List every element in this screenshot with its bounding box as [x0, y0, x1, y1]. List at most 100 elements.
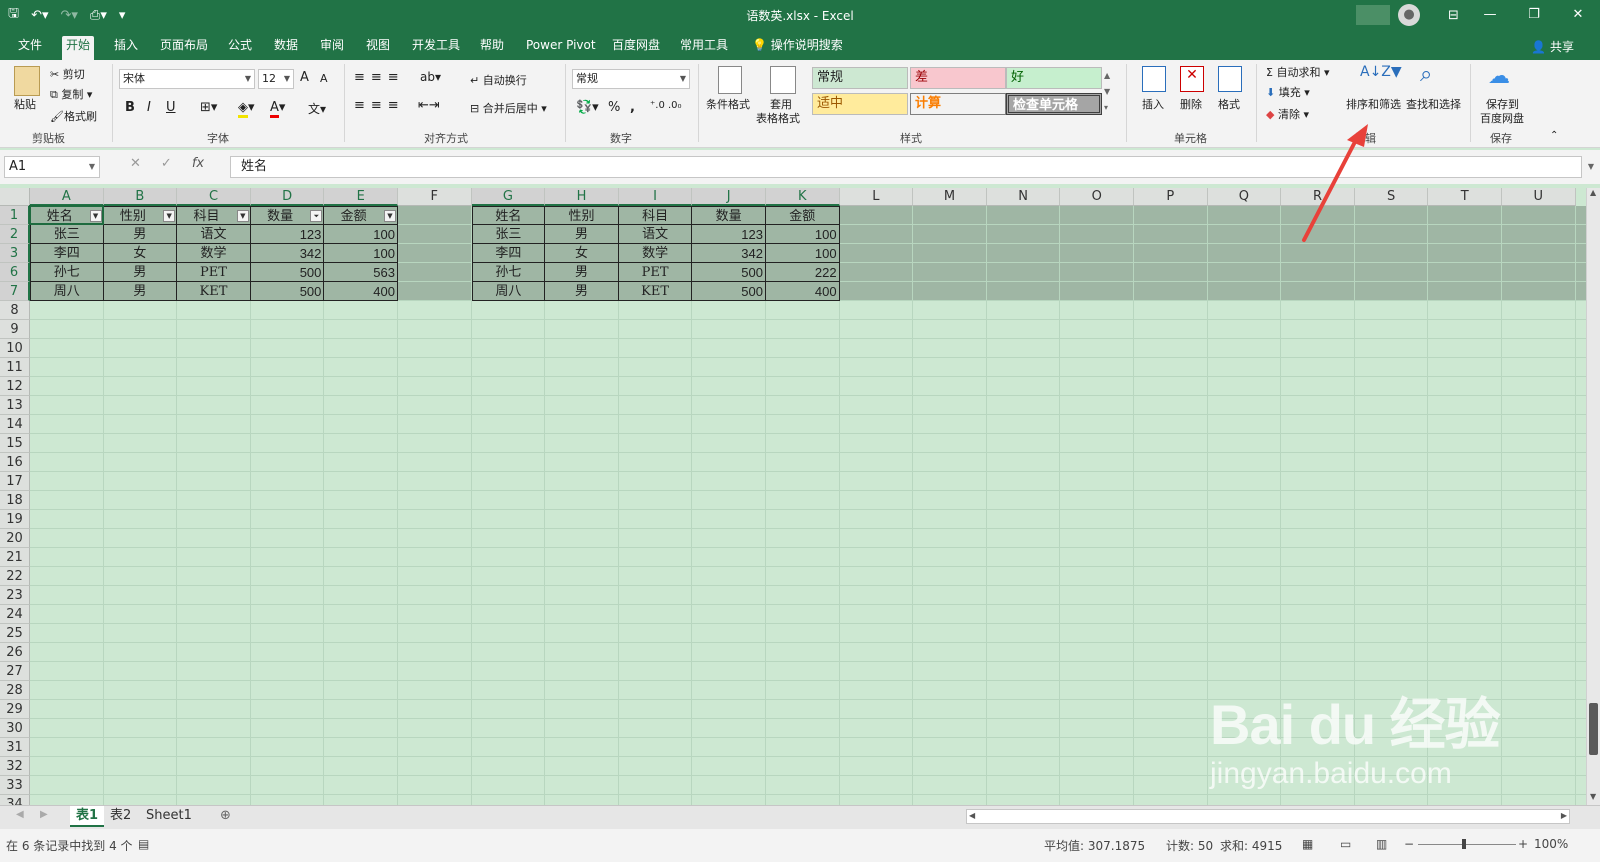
tab-power-pivot[interactable]: Power Pivot	[522, 36, 600, 60]
new-sheet-icon[interactable]: ⊕	[220, 808, 231, 823]
currency-icon[interactable]: 💱▾	[576, 100, 599, 115]
column-header[interactable]: C	[177, 188, 251, 206]
left-table-cell[interactable]: 孙七	[30, 263, 104, 282]
format-cells-button[interactable]: 格式	[1218, 96, 1240, 112]
style-normal[interactable]: 常规	[812, 67, 908, 89]
column-header[interactable]: R	[1281, 188, 1355, 206]
row-header[interactable]: 23	[0, 586, 30, 605]
sheet-nav-right-icon[interactable]: ▶	[40, 809, 48, 820]
zoom-slider[interactable]	[1418, 844, 1516, 845]
font-name-combo[interactable]: 宋体 ▼	[119, 69, 255, 89]
row-header[interactable]: 3	[0, 244, 30, 263]
column-header[interactable]: L	[839, 188, 914, 206]
left-table-cell[interactable]: 性别 ▼	[103, 206, 178, 225]
vertical-align-icons[interactable]: ≡≡≡	[354, 70, 405, 85]
tab-baidu-netdisk[interactable]: 百度网盘	[608, 36, 664, 60]
column-header[interactable]: T	[1428, 188, 1502, 206]
zoom-level[interactable]: 100%	[1534, 837, 1568, 851]
right-table-cell[interactable]: 400	[766, 282, 840, 301]
fill-button[interactable]: ⬇ 填充 ▾	[1266, 84, 1310, 100]
name-box[interactable]: A1 ▼	[4, 156, 100, 178]
normal-view-icon[interactable]: ▦	[1302, 837, 1313, 851]
row-header[interactable]: 15	[0, 434, 30, 453]
left-table-cell[interactable]: KET	[177, 282, 251, 301]
row-header[interactable]: 19	[0, 510, 30, 529]
right-table-cell[interactable]: 数学	[618, 244, 693, 263]
left-table-cell[interactable]: 男	[103, 263, 178, 282]
column-header[interactable]: S	[1354, 188, 1429, 206]
page-layout-view-icon[interactable]: ▭	[1340, 837, 1351, 851]
row-header[interactable]: 6	[0, 263, 30, 282]
style-bad[interactable]: 差	[910, 67, 1006, 89]
paste-button[interactable]: 粘贴	[14, 96, 36, 112]
left-table-cell[interactable]: 500	[250, 263, 325, 282]
borders-icon[interactable]: ⊞▾	[200, 100, 217, 115]
horizontal-align-icons[interactable]: ≡≡≡	[354, 98, 405, 113]
tab-data[interactable]: 数据	[270, 36, 302, 60]
cancel-entry-icon[interactable]: ✕	[130, 156, 141, 171]
left-table-cell[interactable]: 数学	[177, 244, 251, 263]
row-header[interactable]: 21	[0, 548, 30, 567]
filter-dropdown-icon[interactable]: ▼	[163, 210, 176, 222]
row-header[interactable]: 30	[0, 719, 30, 738]
zoom-slider-thumb[interactable]	[1462, 839, 1466, 849]
ribbon-display-options-icon[interactable]: ⊟	[1448, 8, 1459, 23]
row-header[interactable]: 1	[0, 206, 30, 225]
right-table-cell[interactable]: 李四	[471, 244, 546, 263]
row-header[interactable]: 32	[0, 757, 30, 776]
row-header[interactable]: 14	[0, 415, 30, 434]
right-table-cell[interactable]: 张三	[471, 225, 546, 244]
right-table-cell[interactable]: 男	[545, 225, 619, 244]
percent-button[interactable]: %	[608, 100, 620, 115]
right-table-cell[interactable]: 100	[766, 225, 840, 244]
right-table-cell[interactable]: 男	[545, 263, 619, 282]
right-table-cell[interactable]: 342	[692, 244, 766, 263]
column-header[interactable]: F	[398, 188, 472, 206]
expand-formula-bar-icon[interactable]: ▼	[1588, 162, 1594, 171]
column-header[interactable]: N	[986, 188, 1061, 206]
cut-button[interactable]: ✂ 剪切	[50, 66, 85, 82]
collapse-ribbon-icon[interactable]: ⌃	[1550, 130, 1558, 141]
row-header[interactable]: 17	[0, 472, 30, 491]
format-painter-button[interactable]: 🖌格式刷	[50, 108, 97, 124]
left-table-cell[interactable]: 李四	[30, 244, 104, 263]
sheet-tab-3[interactable]: Sheet1	[140, 806, 198, 827]
fill-color-icon[interactable]: ◈▾	[238, 100, 255, 118]
column-header[interactable]: H	[545, 188, 619, 206]
macro-record-icon[interactable]: ▤	[138, 837, 149, 851]
row-header[interactable]: 27	[0, 662, 30, 681]
row-header[interactable]: 12	[0, 377, 30, 396]
tab-review[interactable]: 审阅	[316, 36, 348, 60]
insert-function-icon[interactable]: fx	[192, 156, 204, 171]
row-header[interactable]: 9	[0, 320, 30, 339]
grow-font-button[interactable]: A	[300, 70, 309, 85]
decimal-icons[interactable]: ⁺.0 .0₀	[650, 100, 682, 111]
column-header[interactable]: B	[103, 188, 178, 206]
left-table-cell[interactable]: 100	[324, 225, 398, 244]
row-header[interactable]: 18	[0, 491, 30, 510]
delete-cells-button[interactable]: 删除	[1180, 96, 1202, 112]
minimize-button[interactable]: —	[1468, 0, 1512, 30]
left-table-cell[interactable]: 100	[324, 244, 398, 263]
tab-file[interactable]: 文件	[14, 36, 46, 60]
row-header[interactable]: 25	[0, 624, 30, 643]
copy-button[interactable]: ⧉ 复制 ▾	[50, 86, 92, 102]
column-header[interactable]: P	[1134, 188, 1208, 206]
clear-button[interactable]: ◆ 清除 ▾	[1266, 106, 1309, 122]
row-header[interactable]: 29	[0, 700, 30, 719]
tell-me-search[interactable]: 💡 操作说明搜索	[748, 36, 847, 60]
row-header[interactable]: 16	[0, 453, 30, 472]
row-header[interactable]: 10	[0, 339, 30, 358]
right-table-cell[interactable]: 金额	[766, 206, 840, 225]
left-table-cell[interactable]: 男	[103, 225, 178, 244]
insert-cells-button[interactable]: 插入	[1142, 96, 1164, 112]
autosum-button[interactable]: Σ 自动求和 ▾	[1266, 64, 1329, 80]
row-header[interactable]: 2	[0, 225, 30, 244]
right-table-cell[interactable]: 科目	[618, 206, 693, 225]
wrap-text-button[interactable]: ↵ 自动换行	[470, 72, 527, 88]
right-table-cell[interactable]: 数量	[692, 206, 766, 225]
row-header[interactable]: 13	[0, 396, 30, 415]
right-table-cell[interactable]: 孙七	[471, 263, 546, 282]
right-table-cell[interactable]: 123	[692, 225, 766, 244]
format-as-table-line2[interactable]: 表格格式	[756, 110, 800, 126]
